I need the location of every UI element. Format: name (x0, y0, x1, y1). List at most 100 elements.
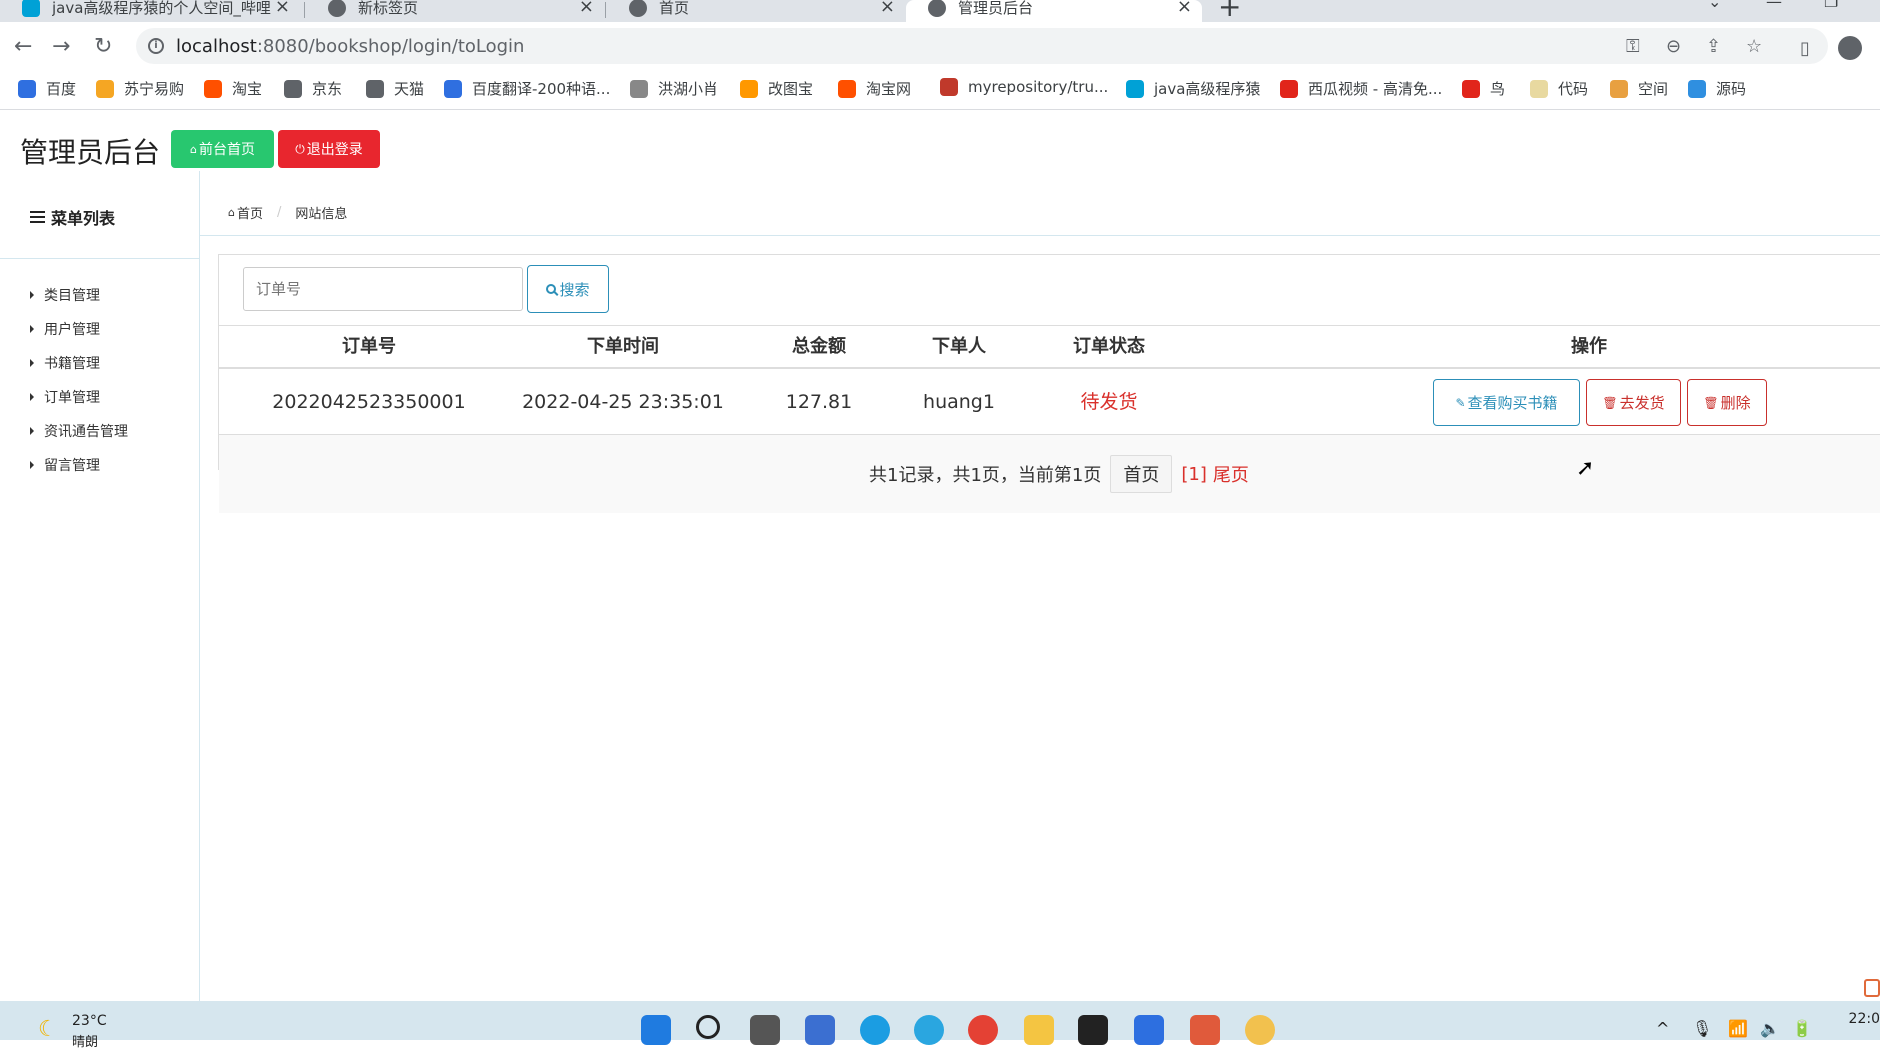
chrome-icon[interactable] (968, 1015, 998, 1045)
bookmark-item[interactable]: 代码 (1530, 78, 1588, 99)
sidebar-item-users[interactable]: 用户管理 (30, 312, 128, 346)
minimize-icon[interactable]: — (1766, 0, 1782, 11)
user-cell: huang1 (923, 391, 995, 413)
table-row: 2022042523350001 2022-04-25 23:35:01 127… (219, 369, 1880, 435)
app-icon[interactable] (805, 1015, 835, 1045)
file-explorer-icon[interactable] (1024, 1015, 1054, 1045)
bookmark-favicon-icon (18, 79, 36, 98)
app-icon[interactable] (1190, 1015, 1220, 1045)
close-tab-icon[interactable]: × (1177, 0, 1192, 17)
sidebar-item-label: 类目管理 (44, 288, 100, 304)
bookmark-label: 代码 (1558, 80, 1589, 98)
bookmark-item[interactable]: 空间 (1610, 78, 1668, 99)
bookmark-item[interactable]: 改图宝 (740, 78, 813, 99)
forward-icon[interactable]: → (52, 34, 70, 59)
floating-widget-icon[interactable] (1864, 979, 1880, 997)
intellij-icon[interactable] (1078, 1015, 1108, 1045)
bookmark-favicon-icon (1462, 79, 1480, 98)
clock[interactable]: 22:0 (1830, 1011, 1880, 1027)
last-page-link[interactable]: 尾页 (1213, 461, 1249, 487)
volume-icon[interactable]: 🔈 (1760, 1019, 1780, 1038)
browser-tab[interactable]: java高级程序猿的个人空间_哔哩 × (0, 0, 300, 22)
search-button[interactable]: 搜索 (527, 265, 609, 313)
app-icon[interactable] (1245, 1015, 1275, 1045)
home-icon: ⌂ (228, 206, 235, 219)
microphone-icon[interactable]: 🎙 (1692, 1019, 1712, 1038)
bookmark-item[interactable]: 天猫 (366, 78, 424, 99)
back-icon[interactable]: ← (14, 34, 32, 59)
browser-tab[interactable]: 首页 × (607, 0, 905, 22)
caret-right-icon (30, 427, 34, 435)
chevron-up-icon[interactable]: ^ (1656, 1019, 1669, 1038)
edge-icon[interactable] (860, 1015, 890, 1045)
close-tab-icon[interactable]: × (880, 0, 895, 17)
sidebar-item-label: 订单管理 (44, 390, 100, 406)
new-tab-button[interactable]: + (1218, 0, 1241, 23)
url-field[interactable]: i localhost:8080/bookshop/login/toLogin … (136, 28, 1828, 64)
logout-button[interactable]: ⏻ 退出登录 (278, 130, 380, 168)
bookmark-favicon-icon (630, 79, 648, 98)
bookmark-item[interactable]: 苏宁易购 (96, 78, 184, 99)
view-books-button[interactable]: ✎ 查看购买书籍 (1433, 379, 1580, 426)
bookmark-favicon-icon (96, 79, 114, 98)
zoom-icon[interactable]: ⊖ (1666, 36, 1681, 57)
bookmark-item[interactable]: 西瓜视频 - 高清免... (1280, 78, 1442, 99)
ship-button[interactable]: 🗑 去发货 (1586, 379, 1681, 426)
column-header-user: 下单人 (932, 336, 986, 357)
restore-icon[interactable]: ❐ (1824, 0, 1838, 11)
key-icon[interactable]: ⚿ (1626, 36, 1640, 57)
url-path: :8080/bookshop/login/toLogin (256, 35, 525, 57)
profile-avatar-icon[interactable] (1838, 36, 1862, 60)
weather-temperature[interactable]: 23°C (72, 1013, 107, 1029)
site-info-icon[interactable]: i (148, 38, 164, 54)
wifi-icon[interactable]: 📶 (1728, 1019, 1748, 1038)
bookmark-star-icon[interactable]: ☆ (1746, 36, 1762, 57)
bookmark-item[interactable]: 淘宝网 (838, 78, 911, 99)
logout-label: 退出登录 (306, 142, 363, 158)
breadcrumb-home[interactable]: 首页 (237, 203, 263, 222)
browser-tab-active[interactable]: 管理员后台 × (906, 0, 1202, 22)
browser-tab[interactable]: 新标签页 × (306, 0, 604, 22)
sidebar-item-label: 留言管理 (44, 458, 100, 474)
globe-icon (629, 0, 647, 17)
bookmark-item[interactable]: 百度 (18, 78, 76, 99)
menu-title: 菜单列表 (30, 205, 115, 229)
sidebar-item-orders[interactable]: 订单管理 (30, 380, 128, 414)
bookmark-item[interactable]: 鸟 (1462, 78, 1505, 99)
pagination-summary: 共1记录，共1页，当前第1页 (869, 465, 1102, 486)
bookmark-item[interactable]: 百度翻译-200种语... (444, 78, 610, 99)
battery-icon[interactable]: 🔋 (1792, 1019, 1812, 1038)
sidebar-item-books[interactable]: 书籍管理 (30, 346, 128, 380)
ie-icon[interactable] (914, 1015, 944, 1045)
admin-page: 管理员后台 ⌂ 前台首页 ⏻ 退出登录 菜单列表 类目管理 用户管理 书籍管理 … (0, 111, 1880, 1001)
mouse-cursor-icon: ➚ (1576, 456, 1595, 481)
reload-icon[interactable]: ↻ (94, 34, 112, 59)
order-number-search-input[interactable] (243, 267, 523, 311)
bookmark-item[interactable]: java高级程序猿 (1126, 78, 1260, 99)
tab-search-icon[interactable]: ⌄ (1708, 0, 1721, 11)
bookmark-item[interactable]: myrepository/tru... (940, 78, 1108, 96)
close-tab-icon[interactable]: × (275, 0, 290, 17)
caret-right-icon (30, 359, 34, 367)
bookmark-item[interactable]: 洪湖小肖 (630, 78, 718, 99)
delete-button[interactable]: 🗑 删除 (1687, 379, 1767, 426)
delete-label: 删除 (1720, 394, 1751, 412)
globe-icon (928, 0, 946, 17)
sidebar-item-messages[interactable]: 留言管理 (30, 448, 128, 482)
first-page-button[interactable]: 首页 (1110, 455, 1173, 493)
bookmark-item[interactable]: 京东 (284, 78, 342, 99)
sidebar: 菜单列表 类目管理 用户管理 书籍管理 订单管理 资讯通告管理 留言管理 (0, 171, 200, 1001)
front-home-button[interactable]: ⌂ 前台首页 (171, 130, 274, 168)
start-icon[interactable] (641, 1015, 671, 1045)
share-icon[interactable]: ⇪ (1706, 36, 1721, 57)
bookmark-item[interactable]: 淘宝 (204, 78, 262, 99)
side-panel-icon[interactable]: ▯ (1800, 38, 1810, 59)
search-icon[interactable] (696, 1015, 720, 1039)
edit-icon: ✎ (1455, 395, 1466, 410)
close-tab-icon[interactable]: × (579, 0, 594, 17)
sidebar-item-category[interactable]: 类目管理 (30, 278, 128, 312)
task-view-icon[interactable] (750, 1015, 780, 1045)
sidebar-item-news[interactable]: 资讯通告管理 (30, 414, 128, 448)
bookmark-item[interactable]: 源码 (1688, 78, 1746, 99)
shield-icon[interactable] (1134, 1015, 1164, 1045)
